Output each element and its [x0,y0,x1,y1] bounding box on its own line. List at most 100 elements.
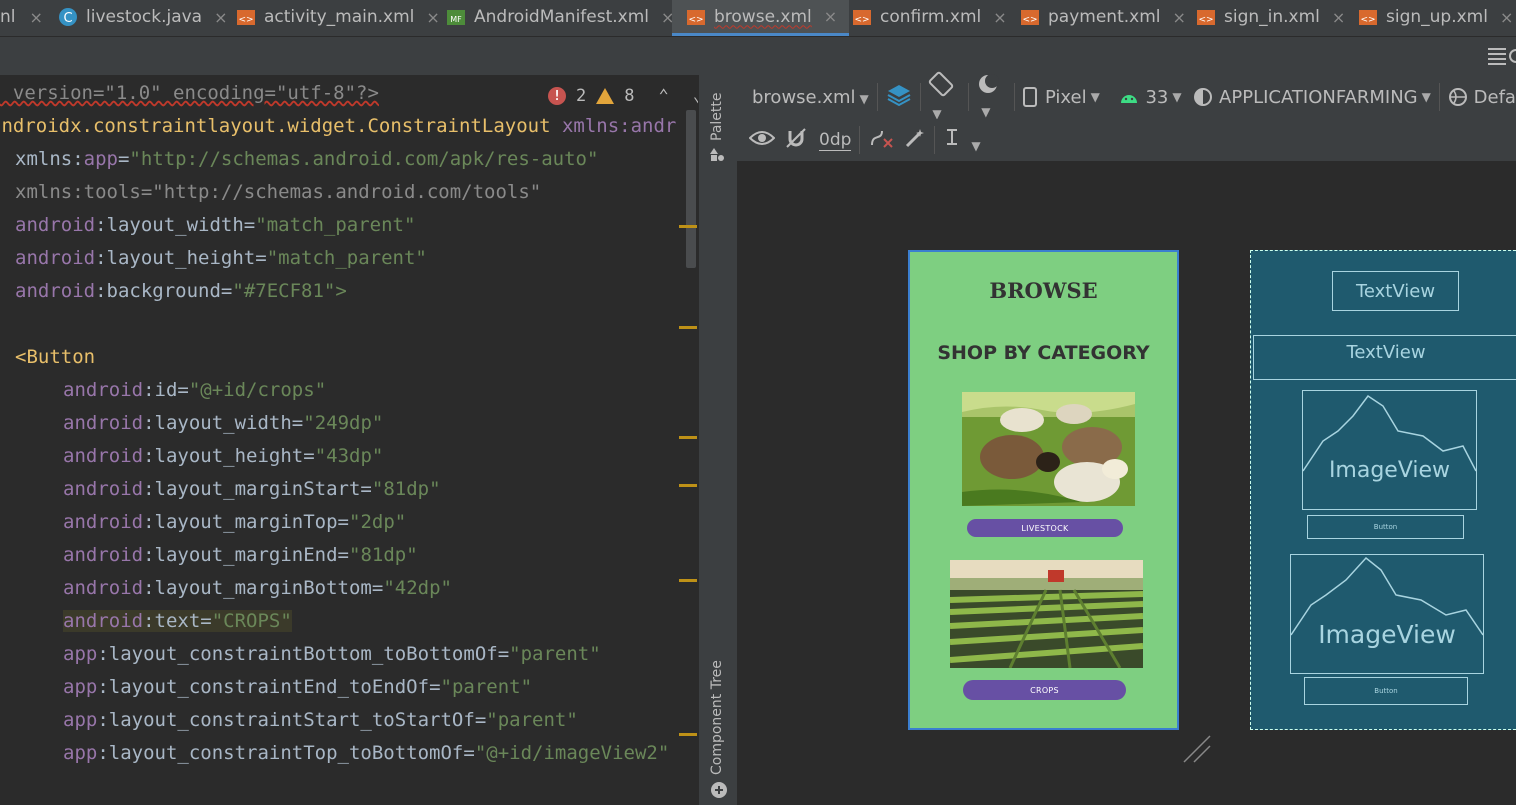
category-heading: SHOP BY CATEGORY [937,342,1150,364]
svg-text:<>: <> [238,15,253,25]
xml-layout-icon: <> [236,7,256,27]
code-line-3: xmlns:app="http://schemas.android.com/ap… [15,148,599,170]
tab-label: livestock.java [86,7,203,27]
code-attr-line: android:layout_marginStart="81dp" [63,478,441,500]
infer-constraints-icon[interactable] [904,127,926,154]
design-surface-icon[interactable] [886,82,912,113]
tab-sign-in-xml[interactable]: <> sign_in.xml × [1196,0,1345,34]
blueprint-imageview-1[interactable]: ImageView [1302,390,1477,510]
code-view-icon[interactable] [1486,45,1516,70]
editor-scrollbar[interactable] [686,110,696,268]
crops-image[interactable] [950,560,1143,668]
tab-livestock-java[interactable]: C livestock.java × [58,0,228,34]
tab-label: activity_main.xml [264,7,415,27]
tab-android-manifest[interactable]: MF AndroidManifest.xml × [446,0,674,34]
code-line-1: l version="1.0" encoding="utf-8"?> [0,82,379,104]
close-tab-icon[interactable]: × [824,7,837,26]
code-line-7: android:background="#7ECF81"> [15,280,347,302]
clear-constraints-icon[interactable] [868,127,894,154]
code-attr-line: android:layout_marginBottom="42dp" [63,577,452,599]
xml-layout-icon: <> [852,7,872,27]
tab-label: nl [0,7,16,27]
xml-layout-icon: <> [1020,7,1040,27]
livestock-button[interactable]: LIVESTOCK [967,519,1123,537]
view-options-icon[interactable] [748,129,776,152]
tab-confirm-xml[interactable]: <> confirm.xml × [852,0,1007,34]
tab-label: browse.xml [714,6,812,27]
locale-selector[interactable]: Defa [1448,87,1516,108]
code-line-6: android:layout_height="match_parent" [15,247,427,269]
crops-button[interactable]: CROPS [963,680,1126,700]
component-tree-tab[interactable]: Component Tree [709,660,725,775]
scroll-marker[interactable] [679,225,697,228]
livestock-image[interactable] [962,392,1135,506]
svg-text:C: C [63,11,72,26]
tab-browse-xml[interactable]: <> browse.xml × [672,0,850,36]
phone-icon [1022,87,1037,107]
close-tab-icon[interactable]: × [1332,8,1345,27]
blueprint-textview-subtitle[interactable]: TextView [1253,335,1516,380]
resize-handle-icon[interactable] [1182,734,1212,768]
code-attr-line: app:layout_constraintStart_toStartOf="pa… [63,709,578,731]
code-line-button-tag: <Button [15,346,96,368]
imageview-label: ImageView [1318,619,1456,649]
file-selector[interactable]: browse.xml ▼ [752,87,869,108]
design-side-strip: Palette Component Tree [698,75,738,805]
blueprint-button-1[interactable]: Button [1307,515,1464,539]
autoconnect-icon[interactable] [785,127,807,154]
theme-selector[interactable]: APPLICATIONFARMING ▼ [1193,87,1431,108]
design-preview-phone[interactable]: BROWSE SHOP BY CATEGORY LIVESTOCK CROPS [908,250,1179,730]
close-tab-icon[interactable]: × [214,8,227,27]
close-tab-icon[interactable]: × [1500,8,1513,27]
guidelines-icon[interactable]: ▼ [943,126,981,155]
code-attr-line-highlighted: android:text="CROPS" [63,610,292,632]
inspection-widget[interactable]: ! 2 8 ⌃ ⌄ [540,81,698,111]
code-attr-line: app:layout_constraintTop_toBottomOf="@+i… [63,742,670,764]
palette-tab[interactable]: Palette [709,93,725,142]
scroll-marker[interactable] [679,484,697,487]
code-attr-line: android:layout_height="43dp" [63,445,384,467]
scroll-marker[interactable] [679,733,697,736]
tab-label: sign_up.xml [1386,7,1488,27]
palette-icon[interactable] [710,147,726,163]
blueprint-imageview-2[interactable]: ImageView [1290,554,1484,674]
tab-label: payment.xml [1048,7,1161,27]
night-mode-icon[interactable]: ▼ [977,73,1006,121]
scroll-marker[interactable] [679,326,697,329]
svg-text:<>: <> [1022,15,1037,25]
tab-nl[interactable]: nl × [0,0,43,34]
xml-layout-icon: <> [1358,7,1378,27]
api-selector[interactable]: 33 ▼ [1119,87,1182,108]
code-line-2: androidx.constraintlayout.widget.Constra… [0,115,677,137]
svg-text:<>: <> [1360,15,1375,25]
imageview-label: ImageView [1328,457,1451,483]
chevron-up-icon[interactable]: ⌃ [659,86,669,106]
svg-text:<>: <> [1198,15,1213,25]
device-selector[interactable]: Pixel ▼ [1022,87,1100,108]
default-margin-field[interactable]: 0dp [819,130,852,151]
orientation-icon[interactable]: ▼ [928,71,960,123]
tab-payment-xml[interactable]: <> payment.xml × [1020,0,1186,34]
image-placeholder-icon [1291,556,1483,636]
svg-text:<>: <> [854,15,869,25]
code-attr-line: android:id="@+id/crops" [63,379,327,401]
blueprint-textview-title[interactable]: TextView [1332,271,1459,311]
blueprint-preview[interactable]: TextView TextView ImageView Button Image… [1250,250,1516,730]
blueprint-button-2[interactable]: Button [1304,677,1468,705]
android-icon [1121,95,1138,103]
tab-label: sign_in.xml [1224,7,1320,27]
scroll-marker[interactable] [679,579,697,582]
component-tree-icon[interactable] [710,781,728,799]
code-attr-line: android:layout_marginTop="2dp" [63,511,407,533]
editor-tab-bar: nl × C livestock.java × <> activity_main… [0,0,1516,37]
close-tab-icon[interactable]: × [993,8,1006,27]
tab-activity-main[interactable]: <> activity_main.xml × [236,0,440,34]
code-editor[interactable]: l version="1.0" encoding="utf-8"?> andro… [0,75,698,805]
tab-sign-up-xml[interactable]: <> sign_up.xml × [1358,0,1513,34]
scroll-marker[interactable] [679,436,697,439]
close-tab-icon[interactable]: × [1172,8,1185,27]
view-mode-bar [0,37,1516,75]
close-tab-icon[interactable]: × [30,8,43,27]
close-tab-icon[interactable]: × [426,8,439,27]
tab-label: confirm.xml [880,7,982,27]
